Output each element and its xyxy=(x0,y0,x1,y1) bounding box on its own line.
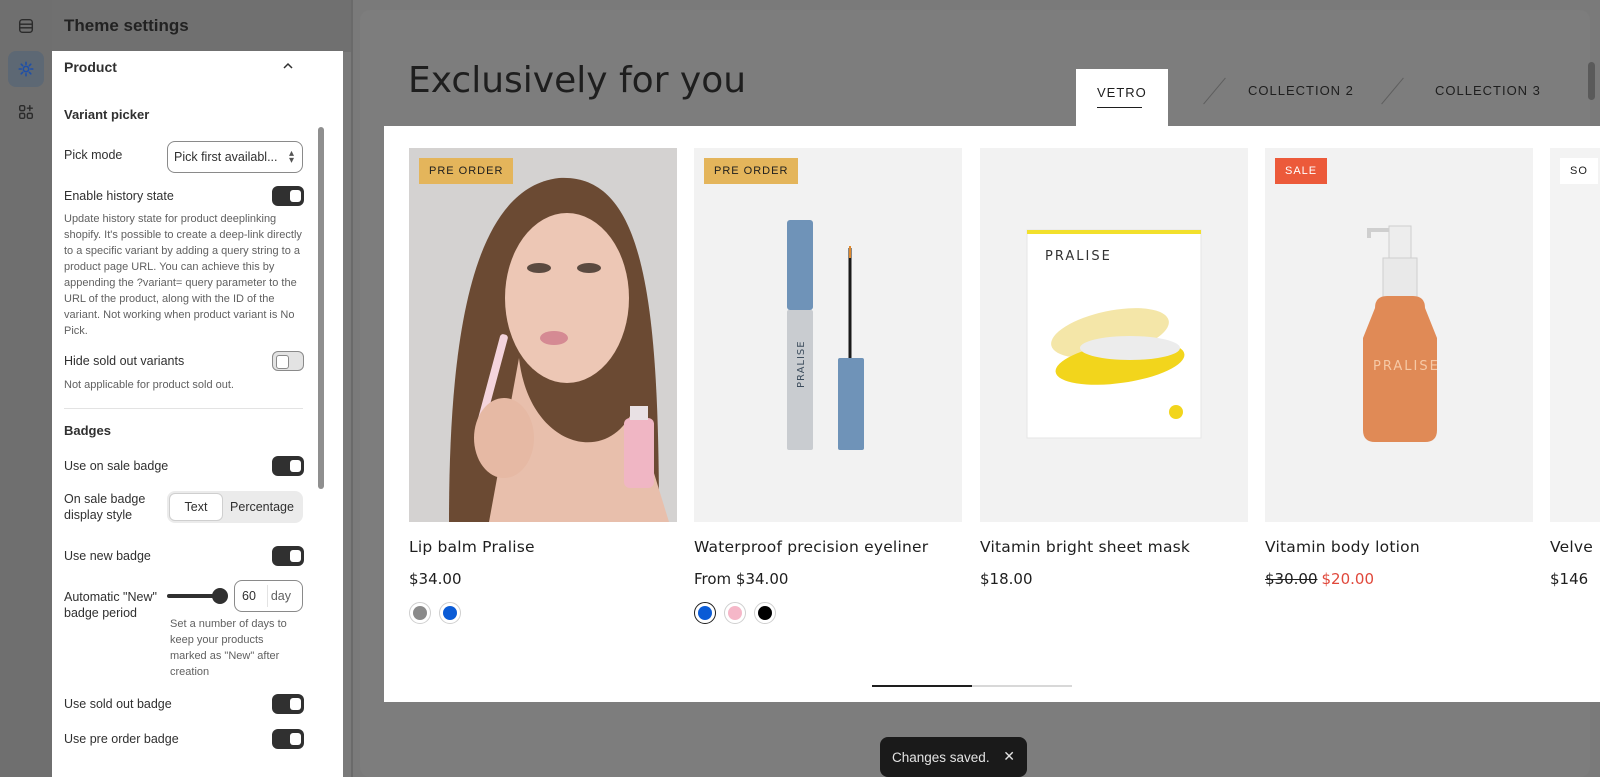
app-icon-rail xyxy=(0,0,52,777)
product-card[interactable]: PRE ORDER Lip balm Pralise $34.00 xyxy=(409,148,677,624)
toast-message: Changes saved. xyxy=(892,749,990,765)
product-image-lip-balm[interactable]: PRE ORDER xyxy=(409,148,677,522)
pick-mode-label: Pick mode xyxy=(64,148,123,162)
preview-scrollbar[interactable] xyxy=(1588,62,1595,100)
hide-sold-out-label: Hide sold out variants xyxy=(64,354,185,368)
product-card[interactable]: PRALISE PRE ORDER Waterproof precision e… xyxy=(694,148,962,624)
product-card[interactable]: SO Velve $146 xyxy=(1550,148,1600,588)
product-image-body-lotion[interactable]: PRALISE SALE xyxy=(1265,148,1533,522)
collection-title: Exclusively for you xyxy=(408,60,747,101)
sale-price: $20.00 xyxy=(1321,570,1375,588)
sale-badge-toggle[interactable] xyxy=(272,456,304,476)
pre-order-badge-label: Use pre order badge xyxy=(64,732,179,746)
product-price: From $34.00 xyxy=(694,570,789,588)
new-badge-period-label: Automatic "New" badge period xyxy=(64,590,157,620)
close-icon[interactable]: ✕ xyxy=(1003,748,1015,765)
color-swatch-blue[interactable] xyxy=(694,602,716,624)
new-badge-label: Use new badge xyxy=(64,549,151,563)
product-name[interactable]: Vitamin bright sheet mask xyxy=(980,538,1248,556)
sections-nav-button[interactable] xyxy=(8,8,44,44)
history-state-toggle[interactable] xyxy=(272,186,304,206)
select-arrows-icon: ▴ ▾ xyxy=(288,148,294,166)
product-price: $18.00 xyxy=(980,570,1033,588)
layout-sections-icon xyxy=(18,18,34,34)
apps-icon xyxy=(18,104,34,120)
color-swatch-blue[interactable] xyxy=(439,602,461,624)
new-badge-period-help: Set a number of days to keep your produc… xyxy=(170,618,287,678)
sold-out-badge-label: Use sold out badge xyxy=(64,697,172,711)
sale-badge-label: Use on sale badge xyxy=(64,459,169,473)
panel-scrollbar[interactable] xyxy=(318,127,324,489)
eyeliner-photo: PRALISE xyxy=(694,148,962,522)
carousel-progress[interactable] xyxy=(872,685,1072,687)
segment-percentage[interactable]: Percentage xyxy=(223,493,301,521)
product-name[interactable]: Lip balm Pralise xyxy=(409,538,677,556)
history-state-label: Enable history state xyxy=(64,189,174,203)
product-badge: PRE ORDER xyxy=(419,158,514,184)
settings-panel: Product Variant picker Pick mode Pick fi… xyxy=(52,51,343,777)
product-name[interactable]: Vitamin body lotion xyxy=(1265,538,1533,556)
color-swatches xyxy=(694,602,962,624)
theme-settings-nav-button[interactable] xyxy=(8,51,44,87)
section-heading-product[interactable]: Product xyxy=(64,59,117,75)
bottle-brand-text: PRALISE xyxy=(1373,359,1440,374)
panel-divider xyxy=(351,0,353,777)
new-badge-period-input[interactable]: 60 day xyxy=(234,580,303,612)
pack-brand-text: PRALISE xyxy=(1045,249,1112,264)
product-price: $34.00 xyxy=(409,570,462,588)
pick-mode-value: Pick first availabl... xyxy=(174,150,278,164)
color-swatch-pink[interactable] xyxy=(724,602,746,624)
product-name[interactable]: Waterproof precision eyeliner xyxy=(694,538,962,556)
color-swatch-gray[interactable] xyxy=(409,602,431,624)
model-photo xyxy=(409,148,677,522)
pick-mode-select[interactable]: Pick first availabl... ▴ ▾ xyxy=(167,141,303,173)
apps-nav-button[interactable] xyxy=(8,94,44,130)
tab-collection-3[interactable]: COLLECTION 3 xyxy=(1435,83,1541,98)
product-image-sheet-mask[interactable]: PRALISE xyxy=(980,148,1248,522)
variant-picker-heading: Variant picker xyxy=(64,107,150,122)
product-image-eyeliner[interactable]: PRALISE PRE ORDER xyxy=(694,148,962,522)
sheet-mask-photo: PRALISE xyxy=(980,148,1248,522)
body-lotion-photo: PRALISE xyxy=(1265,148,1533,522)
input-separator xyxy=(267,585,268,607)
product-name[interactable]: Velve xyxy=(1550,538,1600,556)
gear-icon xyxy=(18,61,34,77)
product-card[interactable]: PRALISE SALE Vitamin body lotion $30.00 $… xyxy=(1265,148,1533,588)
history-state-help: Update history state for product deeplin… xyxy=(64,213,302,337)
badges-heading: Badges xyxy=(64,423,111,438)
product-badge: SO xyxy=(1560,158,1598,184)
new-badge-period-unit: day xyxy=(270,589,291,603)
sold-out-badge-toggle[interactable] xyxy=(272,694,304,714)
tab-vetro[interactable]: VETRO xyxy=(1097,85,1147,108)
tab-collection-2[interactable]: COLLECTION 2 xyxy=(1248,83,1354,98)
sale-badge-style-label: On sale badge display style xyxy=(64,492,146,522)
carousel-progress-fill xyxy=(872,685,972,687)
product-carousel: PRE ORDER Lip balm Pralise $34.00 PRALIS… xyxy=(384,126,1600,702)
product-badge: SALE xyxy=(1275,158,1328,184)
chevron-up-icon[interactable] xyxy=(282,60,294,72)
product-price: $30.00 $20.00 xyxy=(1265,570,1533,588)
product-card[interactable]: PRALISE Vitamin bright sheet mask $18.00 xyxy=(980,148,1248,588)
new-badge-period-value: 60 xyxy=(242,589,256,603)
hide-sold-out-toggle[interactable] xyxy=(272,351,304,371)
changes-saved-toast: Changes saved. ✕ xyxy=(880,737,1027,777)
new-badge-toggle[interactable] xyxy=(272,546,304,566)
color-swatches xyxy=(409,602,677,624)
pre-order-badge-toggle[interactable] xyxy=(272,729,304,749)
sale-badge-style-segmented: Text Percentage xyxy=(167,491,303,523)
section-divider xyxy=(64,408,303,409)
product-badge: PRE ORDER xyxy=(704,158,799,184)
svg-text:PRALISE: PRALISE xyxy=(796,340,807,388)
new-badge-period-slider-thumb[interactable] xyxy=(212,588,228,604)
page-title: Theme settings xyxy=(64,16,189,35)
product-image-velve[interactable]: SO xyxy=(1550,148,1600,522)
segment-text[interactable]: Text xyxy=(169,493,223,521)
settings-header: Theme settings xyxy=(52,0,352,52)
compare-at-price: $30.00 xyxy=(1265,570,1318,588)
color-swatch-black[interactable] xyxy=(754,602,776,624)
hide-sold-out-help: Not applicable for product sold out. xyxy=(64,379,234,391)
product-price: $146 xyxy=(1550,570,1589,588)
